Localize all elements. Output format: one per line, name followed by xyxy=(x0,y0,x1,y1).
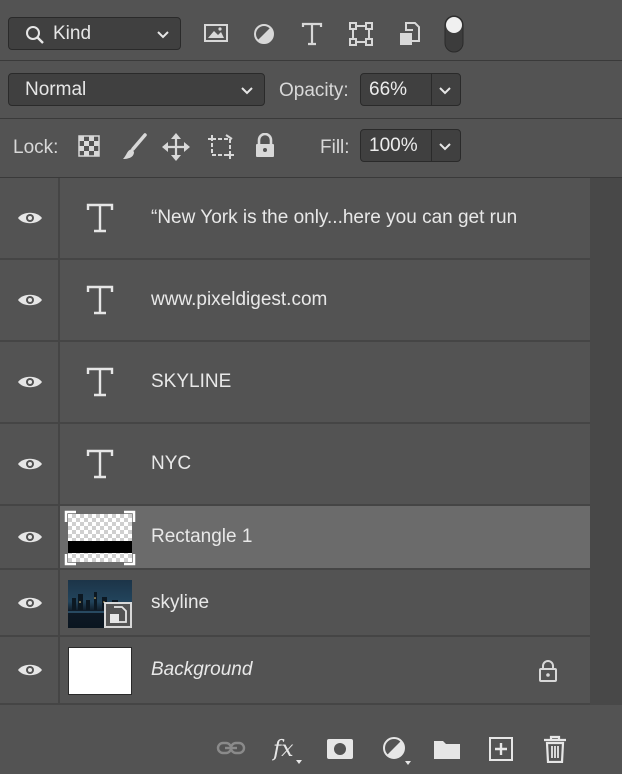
text-layer-icon xyxy=(86,285,114,315)
layer-name[interactable]: “New York is the only...here you can get… xyxy=(151,207,517,229)
visibility-toggle[interactable] xyxy=(0,342,60,422)
shape-filter-icon[interactable] xyxy=(348,21,374,47)
fill-value[interactable]: 100% xyxy=(369,135,418,157)
adjustment-filter-icon[interactable] xyxy=(252,22,276,46)
divider xyxy=(0,60,622,61)
eye-icon[interactable] xyxy=(16,594,44,612)
lock-position-icon[interactable] xyxy=(162,133,190,161)
chevron-down-icon[interactable] xyxy=(438,141,452,151)
layer-thumbnail xyxy=(68,647,132,695)
link-icon[interactable] xyxy=(216,739,246,757)
lock-all-icon[interactable] xyxy=(254,133,276,159)
layer-row-nyc[interactable]: NYC xyxy=(0,424,590,506)
chevron-down-icon xyxy=(157,30,169,38)
layer-thumbnail xyxy=(64,510,136,566)
folder-icon[interactable] xyxy=(433,738,461,760)
layer-lock-icon[interactable] xyxy=(538,659,558,683)
smart-object-badge-icon xyxy=(104,602,132,628)
visibility-toggle[interactable] xyxy=(0,637,60,703)
lock-image-pixels-icon[interactable] xyxy=(121,133,147,161)
scrollbar[interactable] xyxy=(590,178,622,705)
visibility-toggle[interactable] xyxy=(0,260,60,340)
eye-icon[interactable] xyxy=(16,209,44,227)
opacity-label: Opacity: xyxy=(279,80,349,101)
layer-row-skyline-text[interactable]: SKYLINE xyxy=(0,342,590,424)
layer-row-website[interactable]: www.pixeldigest.com xyxy=(0,260,590,342)
visibility-toggle[interactable] xyxy=(0,570,60,635)
divider xyxy=(0,118,622,119)
lock-label: Lock: xyxy=(13,137,59,158)
chevron-down-icon[interactable] xyxy=(438,85,452,95)
smart-object-filter-icon[interactable] xyxy=(397,21,421,47)
layer-name[interactable]: www.pixeldigest.com xyxy=(151,289,327,311)
layer-name[interactable]: NYC xyxy=(151,453,191,475)
svg-text:fx: fx xyxy=(272,737,294,762)
lock-transparent-pixels-icon[interactable] xyxy=(78,135,100,157)
opacity-value[interactable]: 66% xyxy=(369,79,407,101)
visibility-toggle[interactable] xyxy=(0,178,60,258)
layer-thumbnail xyxy=(68,580,132,628)
text-layer-icon xyxy=(86,203,114,233)
mask-icon[interactable] xyxy=(326,738,354,760)
eye-icon[interactable] xyxy=(16,291,44,309)
visibility-toggle[interactable] xyxy=(0,424,60,504)
eye-icon[interactable] xyxy=(16,373,44,391)
eye-icon[interactable] xyxy=(16,528,44,546)
fx-icon[interactable]: fx xyxy=(272,734,306,766)
text-layer-icon xyxy=(86,367,114,397)
adjustment-icon[interactable] xyxy=(381,736,413,766)
blend-mode-value: Normal xyxy=(25,79,87,100)
shape-bounds-icon xyxy=(64,510,136,566)
layer-name[interactable]: skyline xyxy=(151,592,209,614)
layers-bottom-bar: fx xyxy=(0,722,622,774)
layer-name[interactable]: Background xyxy=(151,659,252,681)
fill-label: Fill: xyxy=(320,137,350,158)
layer-name[interactable]: SKYLINE xyxy=(151,371,231,393)
blend-mode-dropdown[interactable]: Normal xyxy=(8,73,265,106)
search-icon xyxy=(25,25,45,45)
visibility-toggle[interactable] xyxy=(0,506,60,568)
filter-toggle-icon[interactable] xyxy=(443,14,465,54)
opacity-field[interactable]: 66% xyxy=(360,73,461,106)
fill-field[interactable]: 100% xyxy=(360,129,461,162)
filter-kind-label: Kind xyxy=(53,23,92,44)
chevron-down-icon xyxy=(241,86,253,94)
layers-list: “New York is the only...here you can get… xyxy=(0,178,590,705)
filter-kind-dropdown[interactable]: Kind xyxy=(8,17,181,50)
text-layer-icon xyxy=(86,449,114,479)
eye-icon[interactable] xyxy=(16,661,44,679)
type-filter-icon[interactable] xyxy=(300,21,324,47)
image-filter-icon[interactable] xyxy=(203,22,229,44)
layer-row-background[interactable]: Background xyxy=(0,637,590,705)
trash-icon[interactable] xyxy=(543,735,567,763)
layer-row-quote[interactable]: “New York is the only...here you can get… xyxy=(0,178,590,260)
eye-icon[interactable] xyxy=(16,455,44,473)
layer-row-skyline[interactable]: skyline xyxy=(0,570,590,637)
layer-row-rectangle[interactable]: Rectangle 1 xyxy=(0,506,590,570)
layer-name[interactable]: Rectangle 1 xyxy=(151,526,252,548)
lock-artboard-icon[interactable] xyxy=(206,133,236,161)
new-layer-icon[interactable] xyxy=(488,736,514,762)
